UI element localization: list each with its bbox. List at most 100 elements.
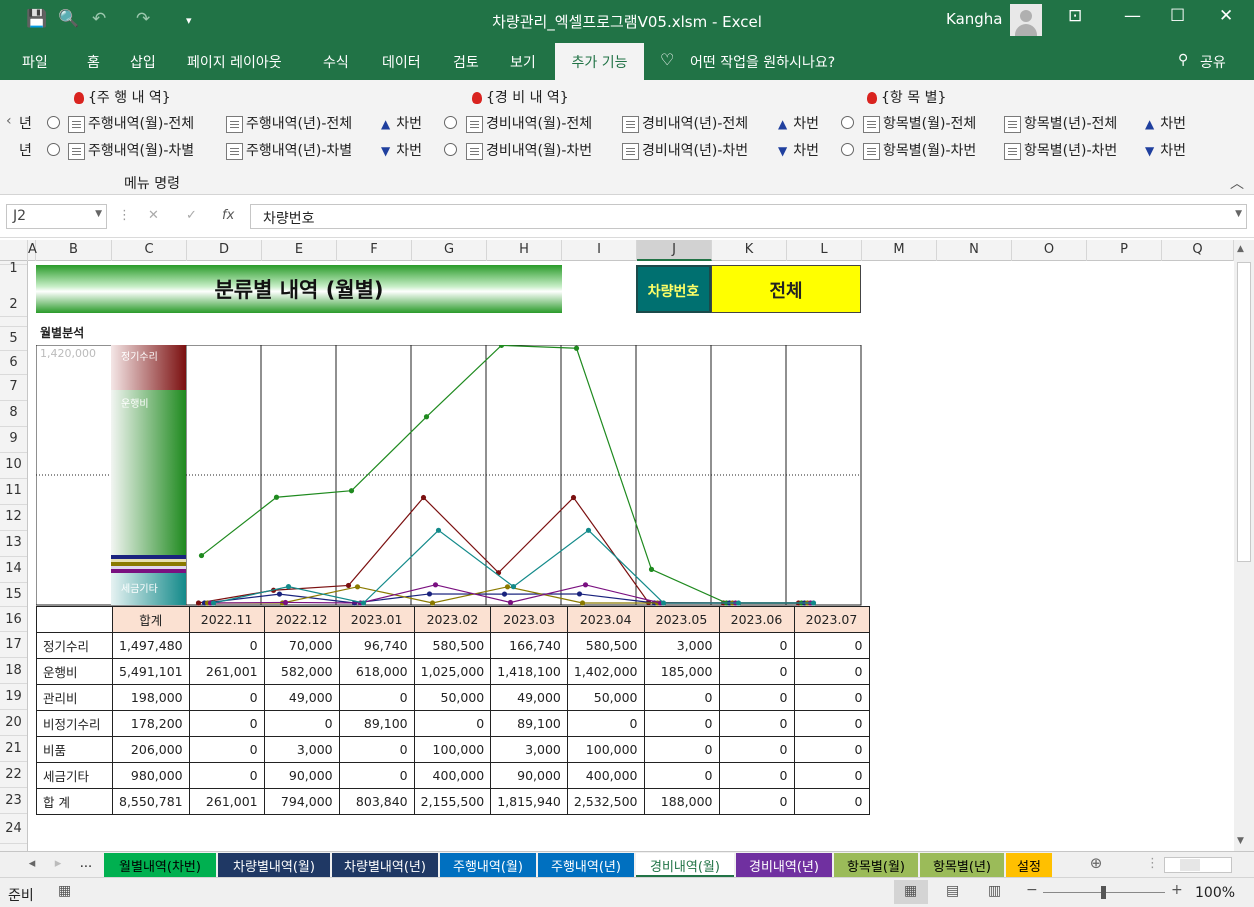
table-cell[interactable]: 0 [718,710,795,737]
close-icon[interactable]: ✕ [1219,6,1233,26]
column-header[interactable]: L [787,240,862,261]
menu-item[interactable]: 항목별(월)-전체 [863,113,976,133]
row-header[interactable]: 23 [0,788,27,814]
add-sheet-icon[interactable]: ⊕ [1086,853,1106,877]
radio-button[interactable] [841,143,854,156]
table-cell[interactable]: 980,000 [112,762,190,789]
chevron-down-icon[interactable]: ▼ [95,209,102,219]
row-header[interactable]: 19 [0,684,27,710]
table-cell[interactable]: 89,100 [490,710,568,737]
scroll-left-icon[interactable]: ‹ [6,113,12,129]
column-header[interactable]: P [1087,240,1162,261]
column-header[interactable]: E [262,240,337,261]
formula-input[interactable]: 차량번호 ▼ [250,204,1247,229]
car-number-label-cell[interactable]: 차량번호 [636,265,711,313]
radio-button[interactable] [444,116,457,129]
table-cell[interactable]: 50,000 [413,684,492,711]
row-category-label[interactable]: 운행비 [36,658,113,685]
row-header[interactable]: 10 [0,453,27,479]
radio-button[interactable] [47,116,60,129]
scroll-down-icon[interactable]: ▼ [1237,836,1244,846]
car-num-down[interactable]: ▼ 차번 [778,140,819,160]
table-cell[interactable]: 0 [793,684,870,711]
row-header[interactable]: 2 [0,265,27,317]
column-heading[interactable]: 2023.02 [413,606,492,633]
column-header-selected[interactable]: J [637,240,712,261]
sheet-tab[interactable]: 주행내역(월) [440,853,536,877]
user-name[interactable]: Kangha [946,10,1003,28]
column-header[interactable]: F [337,240,412,261]
car-num-down[interactable]: ▼ 차번 [1145,140,1186,160]
table-cell[interactable]: 49,000 [263,684,340,711]
row-category-label[interactable]: 비품 [36,736,113,763]
tab-insert[interactable]: 삽입 [130,52,156,72]
cancel-icon[interactable]: ✕ [148,208,159,223]
menu-item[interactable]: 경비내역(년)-차번 [622,140,748,160]
table-cell[interactable]: 0 [793,632,870,659]
table-cell[interactable]: 70,000 [263,632,340,659]
car-number-value-cell[interactable]: 전체 [711,265,861,313]
table-cell[interactable]: 90,000 [263,762,340,789]
column-heading[interactable]: 2023.07 [793,606,870,633]
row-category-label[interactable]: 합 계 [36,788,113,815]
menu-item[interactable]: 주행내역(년)-전체 [226,113,352,133]
prev-sheet-icon[interactable]: ◂ [24,853,40,877]
row-category-label[interactable]: 세금기타 [36,762,113,789]
row-header[interactable]: 11 [0,479,27,505]
row-header[interactable]: 7 [0,375,27,401]
page-layout-view-icon[interactable]: ▤ [946,883,959,899]
table-cell[interactable]: 0 [566,710,645,737]
row-header[interactable]: 22 [0,762,27,788]
menu-item[interactable]: 경비내역(년)-전체 [622,113,748,133]
table-cell[interactable]: 3,000 [263,736,340,763]
table-cell[interactable]: 50,000 [566,684,645,711]
column-heading[interactable] [36,606,113,633]
column-header[interactable]: D [187,240,262,261]
row-category-label[interactable]: 관리비 [36,684,113,711]
insert-function-icon[interactable]: fx [222,208,234,223]
table-cell[interactable]: 90,000 [490,762,568,789]
table-cell[interactable]: 0 [338,762,415,789]
table-cell[interactable]: 0 [793,788,870,815]
table-cell[interactable]: 3,000 [490,736,568,763]
column-header[interactable]: H [487,240,562,261]
tab-formulas[interactable]: 수식 [323,52,349,72]
column-header[interactable]: B [36,240,112,261]
menu-item[interactable]: 주행내역(월)-전체 [68,113,194,133]
table-cell[interactable]: 0 [643,684,720,711]
menu-item[interactable]: 경비내역(월)-전체 [466,113,592,133]
sheet-tab[interactable]: 설정 [1006,853,1052,877]
scroll-thumb[interactable] [1237,262,1251,562]
share-icon[interactable]: ⚲ [1178,52,1188,68]
column-header[interactable]: O [1012,240,1087,261]
table-cell[interactable]: 0 [263,710,340,737]
car-num-up[interactable]: ▲ 차번 [778,113,819,133]
share-button[interactable]: 공유 [1200,52,1226,72]
table-cell[interactable]: 1,418,100 [490,658,568,685]
maximize-icon[interactable]: ☐ [1170,6,1185,26]
table-cell[interactable]: 0 [643,736,720,763]
minimize-icon[interactable]: — [1124,6,1141,26]
table-cell[interactable]: 0 [643,762,720,789]
table-cell[interactable]: 0 [188,736,265,763]
sheet-tab[interactable]: 차량별내역(월) [218,853,330,877]
table-cell[interactable]: 618,000 [338,658,415,685]
table-cell[interactable]: 580,500 [566,632,645,659]
table-cell[interactable]: 0 [338,684,415,711]
table-cell[interactable]: 96,740 [338,632,415,659]
column-heading[interactable]: 2023.06 [718,606,795,633]
menu-item[interactable]: 항목별(년)-전체 [1004,113,1117,133]
table-cell[interactable]: 0 [338,736,415,763]
table-cell[interactable]: 185,000 [643,658,720,685]
table-cell[interactable]: 261,001 [188,788,265,815]
table-cell[interactable]: 794,000 [263,788,340,815]
row-header[interactable]: 13 [0,531,27,557]
tell-me-box[interactable]: 어떤 작업을 원하시나요? [690,52,835,72]
sheet-tab[interactable]: 월별내역(차번) [104,853,216,877]
menu-item[interactable]: 주행내역(년)-차별 [226,140,352,160]
table-cell[interactable]: 0 [188,632,265,659]
table-cell[interactable]: 3,000 [643,632,720,659]
table-cell[interactable]: 0 [718,788,795,815]
table-cell[interactable]: 89,100 [338,710,415,737]
tab-review[interactable]: 검토 [453,52,479,72]
